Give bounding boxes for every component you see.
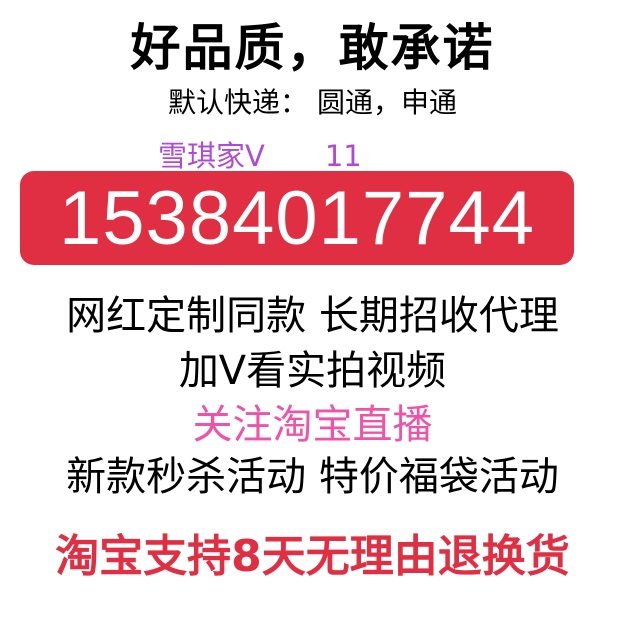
agent-recruit-text: 网红定制同款 长期招收代理 [66,293,559,339]
phone-number: 15384017744 [59,176,535,261]
wechat-label: 雪琪家V [158,139,265,173]
phone-banner: 15384017744 [20,171,574,265]
courier-info: 默认快递： 圆通，申通 [168,86,457,119]
headline: 好品质，敢承诺 [130,19,495,77]
wechat-contact: 雪琪家V 11 [158,133,362,175]
live-stream-text: 关注淘宝直播 [192,402,433,448]
return-policy: 淘宝支持8天无理由退换货 [55,531,570,582]
wechat-number: 11 [324,139,362,173]
promotion-text: 新款秒杀活动 特价福袋活动 [66,454,559,500]
video-text: 加V看实拍视频 [178,348,447,394]
